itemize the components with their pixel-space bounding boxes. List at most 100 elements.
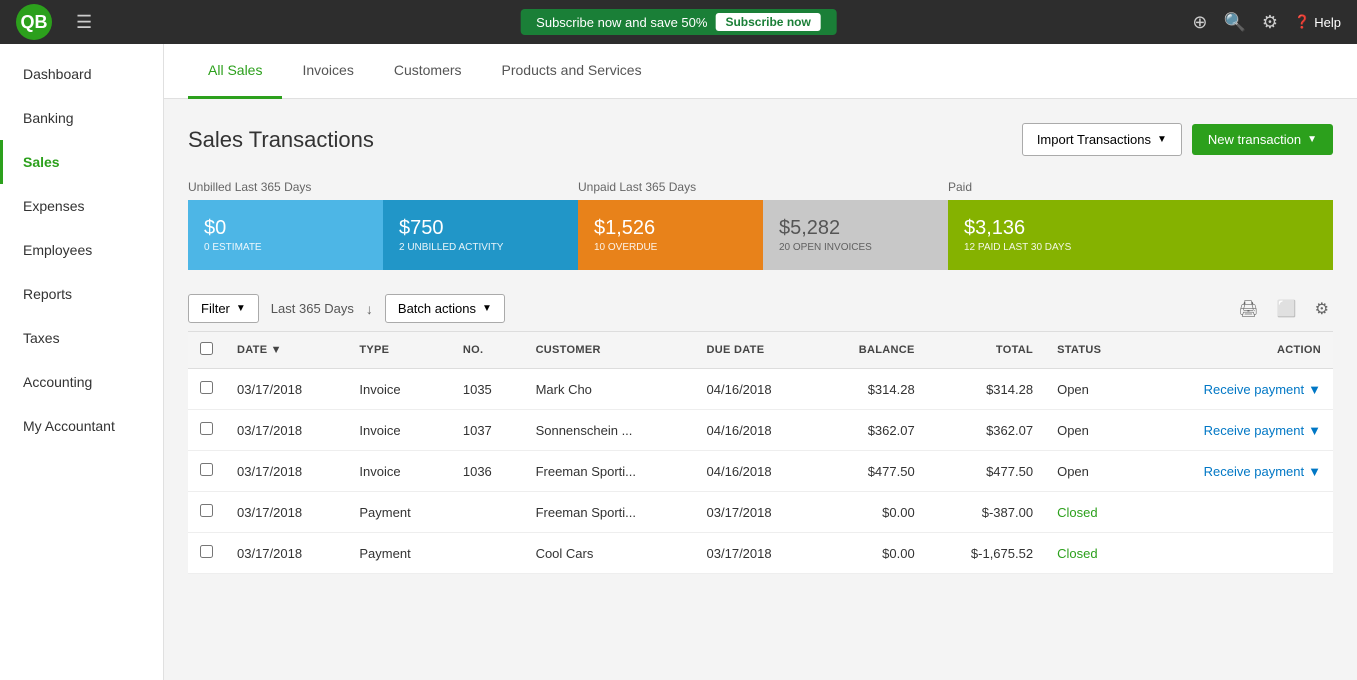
row-total: $314.28 [927,369,1045,410]
export-icon[interactable]: ⬜ [1273,295,1301,323]
import-chevron-icon: ▼ [1157,134,1167,145]
action-chevron-icon: ▼ [1308,423,1321,438]
row-total: $-387.00 [927,492,1045,533]
row-status: Closed [1045,533,1139,574]
add-icon[interactable]: ⊕ [1192,12,1207,33]
unpaid-label: Unpaid Last 365 Days [578,180,948,194]
select-all-checkbox[interactable] [200,342,213,355]
row-type: Invoice [347,451,450,492]
th-date[interactable]: DATE ▼ [225,332,347,369]
row-checkbox[interactable] [200,422,213,435]
logo-area: QB ☰ [16,4,92,40]
subscribe-button[interactable]: Subscribe now [715,13,820,31]
th-status: STATUS [1045,332,1139,369]
row-customer: Sonnenschein ... [524,410,695,451]
sidebar-item-taxes[interactable]: Taxes [0,316,163,360]
sidebar-item-reports[interactable]: Reports [0,272,163,316]
main-layout: Dashboard Banking Sales Expenses Employe… [0,44,1357,680]
card-overdue[interactable]: $1,526 10 OVERDUE [578,200,763,270]
sidebar-item-dashboard[interactable]: Dashboard [0,52,163,96]
receive-payment-link[interactable]: Receive payment ▼ [1204,464,1321,479]
search-icon[interactable]: 🔍 [1224,12,1246,33]
row-checkbox-cell [188,533,225,574]
new-transaction-chevron-icon: ▼ [1307,134,1317,145]
settings-icon[interactable]: ⚙ [1262,12,1278,33]
help-button[interactable]: ❓ Help [1294,14,1341,30]
sidebar: Dashboard Banking Sales Expenses Employe… [0,44,164,680]
row-status: Open [1045,451,1139,492]
filter-row: Filter ▼ Last 365 Days ↓ Batch actions ▼… [188,294,1333,323]
row-due-date: 03/17/2018 [695,492,817,533]
th-no: NO. [451,332,524,369]
nav-icons: ⊕ 🔍 ⚙ ❓ Help [1192,12,1341,33]
content-area: All Sales Invoices Customers Products an… [164,44,1357,680]
sidebar-item-employees[interactable]: Employees [0,228,163,272]
sidebar-item-accounting[interactable]: Accounting [0,360,163,404]
sidebar-item-sales[interactable]: Sales [0,140,163,184]
card-paid[interactable]: $3,136 12 PAID LAST 30 DAYS [948,200,1333,270]
card-overdue-amount: $1,526 [594,217,747,240]
batch-actions-button[interactable]: Batch actions ▼ [385,294,505,323]
row-checkbox[interactable] [200,381,213,394]
card-unbilled[interactable]: $750 2 UNBILLED ACTIVITY [383,200,578,270]
row-action-cell [1139,533,1333,574]
hamburger-icon[interactable]: ☰ [76,12,92,33]
tabs-bar: All Sales Invoices Customers Products an… [164,44,1357,99]
row-customer: Freeman Sporti... [524,492,695,533]
promo-banner: Subscribe now and save 50% Subscribe now [520,9,837,35]
th-select-all [188,332,225,369]
receive-payment-link[interactable]: Receive payment ▼ [1204,423,1321,438]
filter-button[interactable]: Filter ▼ [188,294,259,323]
row-total: $477.50 [927,451,1045,492]
row-checkbox-cell [188,451,225,492]
svg-text:QB: QB [21,12,48,32]
row-checkbox-cell [188,492,225,533]
settings-gear-icon[interactable]: ⚙ [1311,295,1333,323]
tab-all-sales[interactable]: All Sales [188,44,282,99]
summary-labels: Unbilled Last 365 Days Unpaid Last 365 D… [188,180,1333,194]
row-type: Payment [347,492,450,533]
import-transactions-button[interactable]: Import Transactions ▼ [1022,123,1182,156]
row-total: $-1,675.52 [927,533,1045,574]
sidebar-item-my-accountant[interactable]: My Accountant [0,404,163,448]
filter-actions-right: 🖨 ⬜ ⚙ [1234,295,1333,323]
receive-payment-link[interactable]: Receive payment ▼ [1204,382,1321,397]
sidebar-item-expenses[interactable]: Expenses [0,184,163,228]
card-overdue-label: 10 OVERDUE [594,242,747,253]
print-icon[interactable]: 🖨 [1234,295,1262,323]
card-estimate[interactable]: $0 0 ESTIMATE [188,200,383,270]
row-balance: $0.00 [817,533,927,574]
row-action-cell: Receive payment ▼ [1139,410,1333,451]
sort-icon[interactable]: ↓ [366,301,373,317]
th-type: TYPE [347,332,450,369]
row-no: 1037 [451,410,524,451]
row-balance: $314.28 [817,369,927,410]
card-estimate-amount: $0 [204,217,367,240]
promo-text: Subscribe now and save 50% [536,15,707,30]
batch-chevron-icon: ▼ [482,303,492,314]
row-checkbox[interactable] [200,504,213,517]
tab-invoices[interactable]: Invoices [282,44,373,99]
card-open-invoices[interactable]: $5,282 20 OPEN INVOICES [763,200,948,270]
tab-products-services[interactable]: Products and Services [482,44,662,99]
row-checkbox-cell [188,369,225,410]
row-action-cell [1139,492,1333,533]
row-checkbox[interactable] [200,463,213,476]
sidebar-item-banking[interactable]: Banking [0,96,163,140]
row-checkbox[interactable] [200,545,213,558]
row-total: $362.07 [927,410,1045,451]
top-nav: QB ☰ Subscribe now and save 50% Subscrib… [0,0,1357,44]
paid-label: Paid [948,180,1333,194]
row-date: 03/17/2018 [225,369,347,410]
th-total: TOTAL [927,332,1045,369]
page-content: Sales Transactions Import Transactions ▼… [164,99,1357,598]
row-no: 1036 [451,451,524,492]
th-balance: BALANCE [817,332,927,369]
row-due-date: 04/16/2018 [695,369,817,410]
th-action: ACTION [1139,332,1333,369]
row-status: Open [1045,410,1139,451]
tab-customers[interactable]: Customers [374,44,482,99]
row-customer: Cool Cars [524,533,695,574]
card-paid-amount: $3,136 [964,217,1317,240]
new-transaction-button[interactable]: New transaction ▼ [1192,124,1333,155]
